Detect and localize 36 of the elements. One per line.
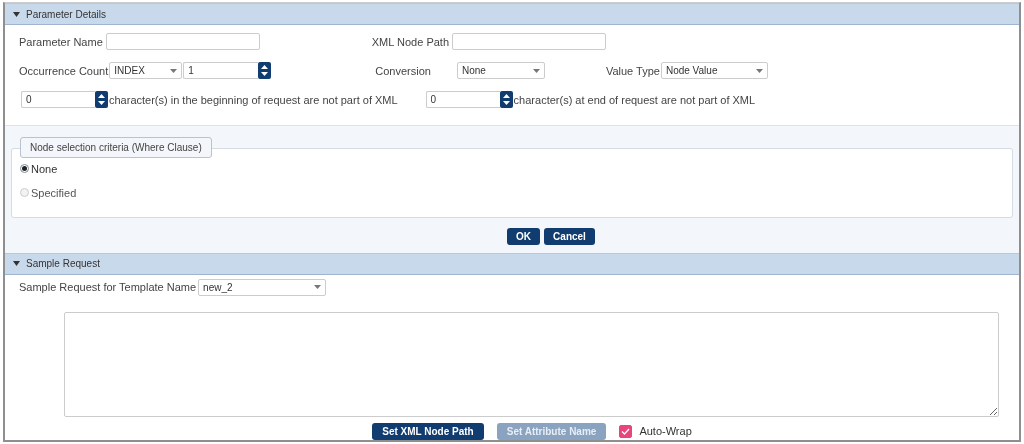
radio-option[interactable]: None (20, 158, 58, 179)
field-label: Sample Request for Template Name (19, 281, 197, 294)
dropdown[interactable]: INDEX (109, 62, 183, 80)
number-field[interactable]: 0 (21, 91, 95, 109)
field-label: Occurrence Count (19, 64, 109, 77)
action-button[interactable]: Cancel (544, 227, 595, 245)
field-label: XML Node Path (371, 35, 449, 48)
dropdown[interactable]: new_2 (198, 278, 327, 296)
section-title: Sample Request (26, 258, 100, 269)
input-field[interactable] (105, 33, 260, 51)
check-icon (621, 428, 631, 435)
collapse-icon[interactable] (13, 261, 20, 266)
field-label: character(s) in the beginning of request are not part of XML (109, 93, 398, 106)
caret-icon (532, 68, 540, 73)
dropdown[interactable]: Node Value (660, 62, 768, 80)
caret-icon (755, 68, 763, 73)
field-label: Conversion (375, 64, 431, 77)
section-header[interactable]: Sample Request (5, 252, 1019, 275)
caret-icon (314, 285, 322, 290)
panel-title: Node selection criteria (Where Clause) (20, 136, 212, 158)
number-field[interactable]: 1 (183, 62, 259, 80)
field-label: Value Type (605, 64, 660, 77)
dropdown[interactable]: None (456, 62, 545, 80)
spinner-button[interactable] (95, 91, 108, 109)
collapse-icon[interactable] (13, 11, 20, 17)
action-button[interactable]: Set XML Node Path (372, 423, 484, 440)
spinner-button[interactable] (258, 62, 272, 80)
input-field[interactable] (452, 33, 606, 51)
field-label: character(s) at end of request are not part of XML (513, 93, 756, 106)
caret-icon (170, 68, 178, 73)
section-header[interactable]: Parameter Details (5, 3, 1019, 25)
section-title: Parameter Details (26, 8, 107, 20)
number-field[interactable]: 0 (425, 91, 500, 109)
auto-wrap-checkbox[interactable]: Auto-Wrap (619, 425, 692, 438)
field-label: Parameter Name (19, 35, 103, 48)
action-button[interactable]: OK (507, 227, 541, 245)
